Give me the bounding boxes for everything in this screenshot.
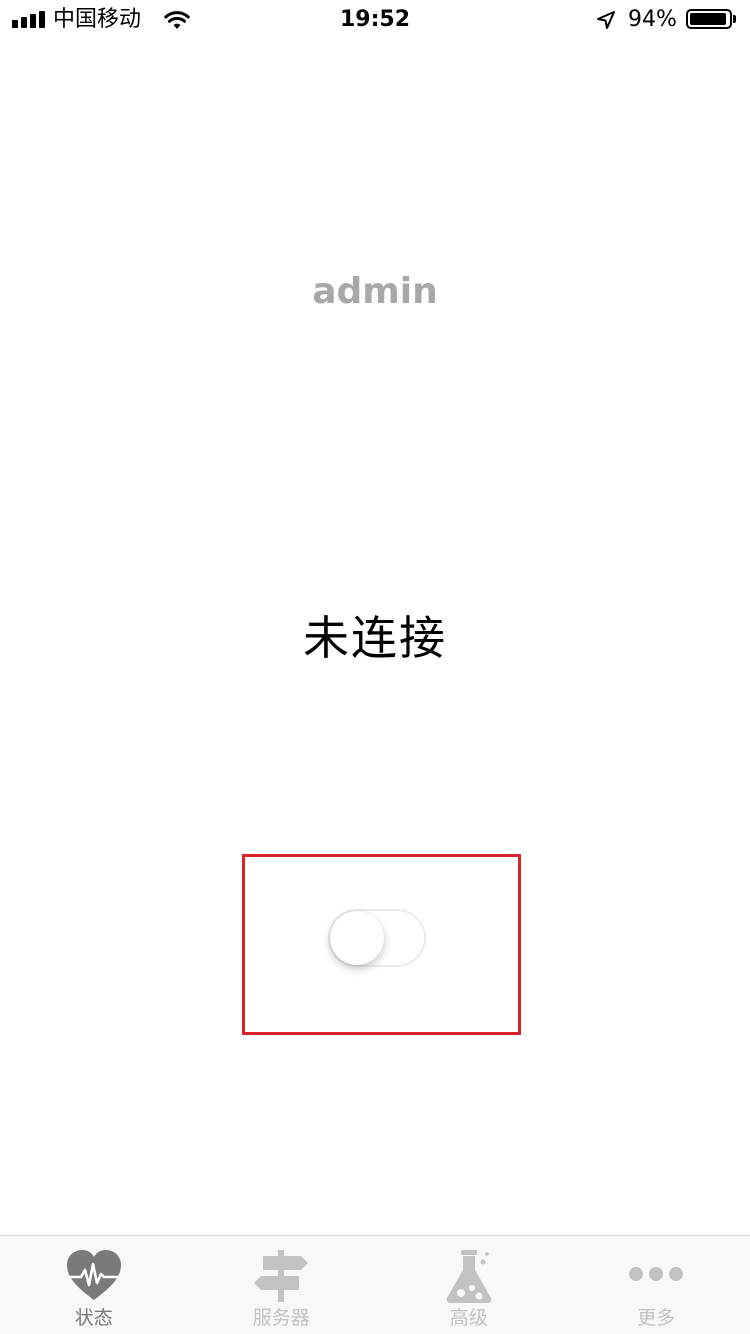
battery-icon xyxy=(686,9,732,29)
tab-label: 状态 xyxy=(74,1307,113,1329)
battery-percent: 94% xyxy=(628,7,677,32)
tab-label: 服务器 xyxy=(252,1307,310,1329)
battery-level-fill xyxy=(690,13,726,25)
tab-server[interactable]: 服务器 xyxy=(188,1236,376,1334)
status-bar: 中国移动 19:52 94% xyxy=(0,0,750,40)
tab-label: 更多 xyxy=(637,1307,676,1329)
toggle-knob[interactable] xyxy=(330,911,384,965)
tab-more[interactable]: 更多 xyxy=(563,1236,750,1334)
battery-cap xyxy=(733,15,736,23)
connect-toggle[interactable] xyxy=(328,909,426,967)
heart-pulse-icon xyxy=(66,1250,121,1300)
signpost-icon xyxy=(254,1250,309,1302)
tab-label: 高级 xyxy=(449,1307,488,1329)
tab-advanced[interactable]: 高级 xyxy=(375,1236,563,1334)
app-screen: 中国移动 19:52 94% admin 未连接 状态 服务器 高级 更多 xyxy=(0,0,750,1334)
location-arrow-icon xyxy=(597,11,615,29)
tab-status[interactable]: 状态 xyxy=(0,1236,188,1334)
username-label: admin xyxy=(312,271,438,312)
flask-icon xyxy=(446,1250,492,1303)
more-dots-icon xyxy=(629,1267,684,1281)
connection-status: 未连接 xyxy=(303,611,447,665)
tab-bar: 状态 服务器 高级 更多 xyxy=(0,1235,750,1334)
